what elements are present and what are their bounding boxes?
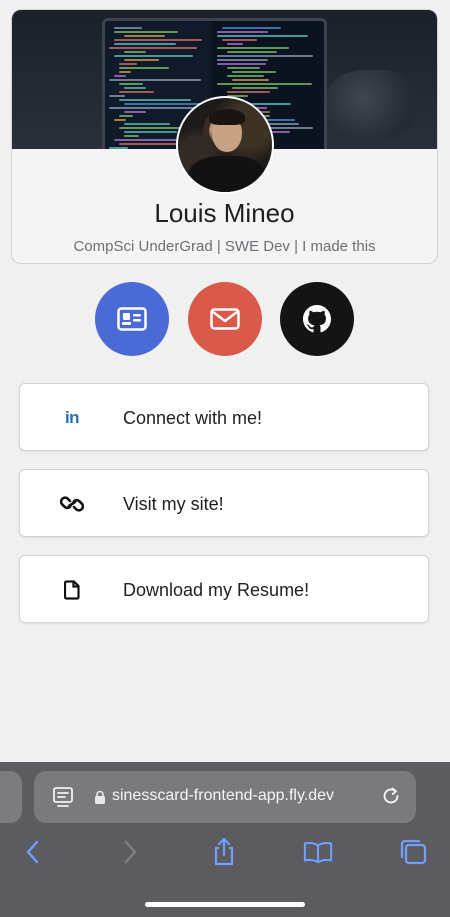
envelope-icon: [210, 308, 240, 330]
document-icon: [60, 579, 84, 601]
profile-card: Louis Mineo CompSci UnderGrad | SWE Dev …: [11, 9, 438, 264]
linkedin-link-label: Connect with me!: [123, 408, 263, 428]
resume-link[interactable]: Download my Resume!: [19, 555, 429, 623]
website-link-label: Visit my site!: [123, 494, 224, 514]
github-button[interactable]: [280, 282, 354, 356]
lock-icon: [95, 790, 105, 804]
resume-link-label: Download my Resume!: [123, 580, 310, 600]
linkedin-link[interactable]: in Connect with me!: [19, 383, 429, 451]
github-icon: [303, 305, 331, 333]
forward-button[interactable]: [115, 837, 145, 867]
tabs-icon: [400, 839, 427, 865]
avatar: [176, 96, 274, 194]
link-icon: [60, 493, 84, 515]
url-text: sinesscard-frontend-app.fly.dev: [112, 787, 335, 804]
back-icon: [26, 840, 39, 864]
profile-name: Louis Mineo: [154, 198, 295, 228]
bookmarks-button[interactable]: [303, 837, 333, 867]
tabs-button[interactable]: [398, 837, 428, 867]
bookmarks-icon: [303, 841, 333, 864]
contact-card-button[interactable]: [95, 282, 169, 356]
forward-icon: [124, 840, 137, 864]
share-button[interactable]: [209, 837, 239, 867]
share-icon: [214, 837, 234, 866]
profile-tagline: CompSci UnderGrad | SWE Dev | I made thi…: [73, 238, 376, 255]
id-card-icon: [117, 307, 147, 331]
previous-tab[interactable]: [0, 771, 22, 823]
reload-icon[interactable]: [380, 785, 402, 807]
address-bar[interactable]: sinesscard-frontend-app.fly.dev: [34, 771, 416, 823]
email-button[interactable]: [188, 282, 262, 356]
browser-toolbar: sinesscard-frontend-app.fly.dev: [0, 762, 450, 917]
back-button[interactable]: [18, 837, 48, 867]
page-menu-icon[interactable]: [52, 786, 74, 808]
home-indicator: [145, 902, 305, 907]
website-link[interactable]: Visit my site!: [19, 469, 429, 537]
linkedin-icon: in: [64, 408, 80, 427]
